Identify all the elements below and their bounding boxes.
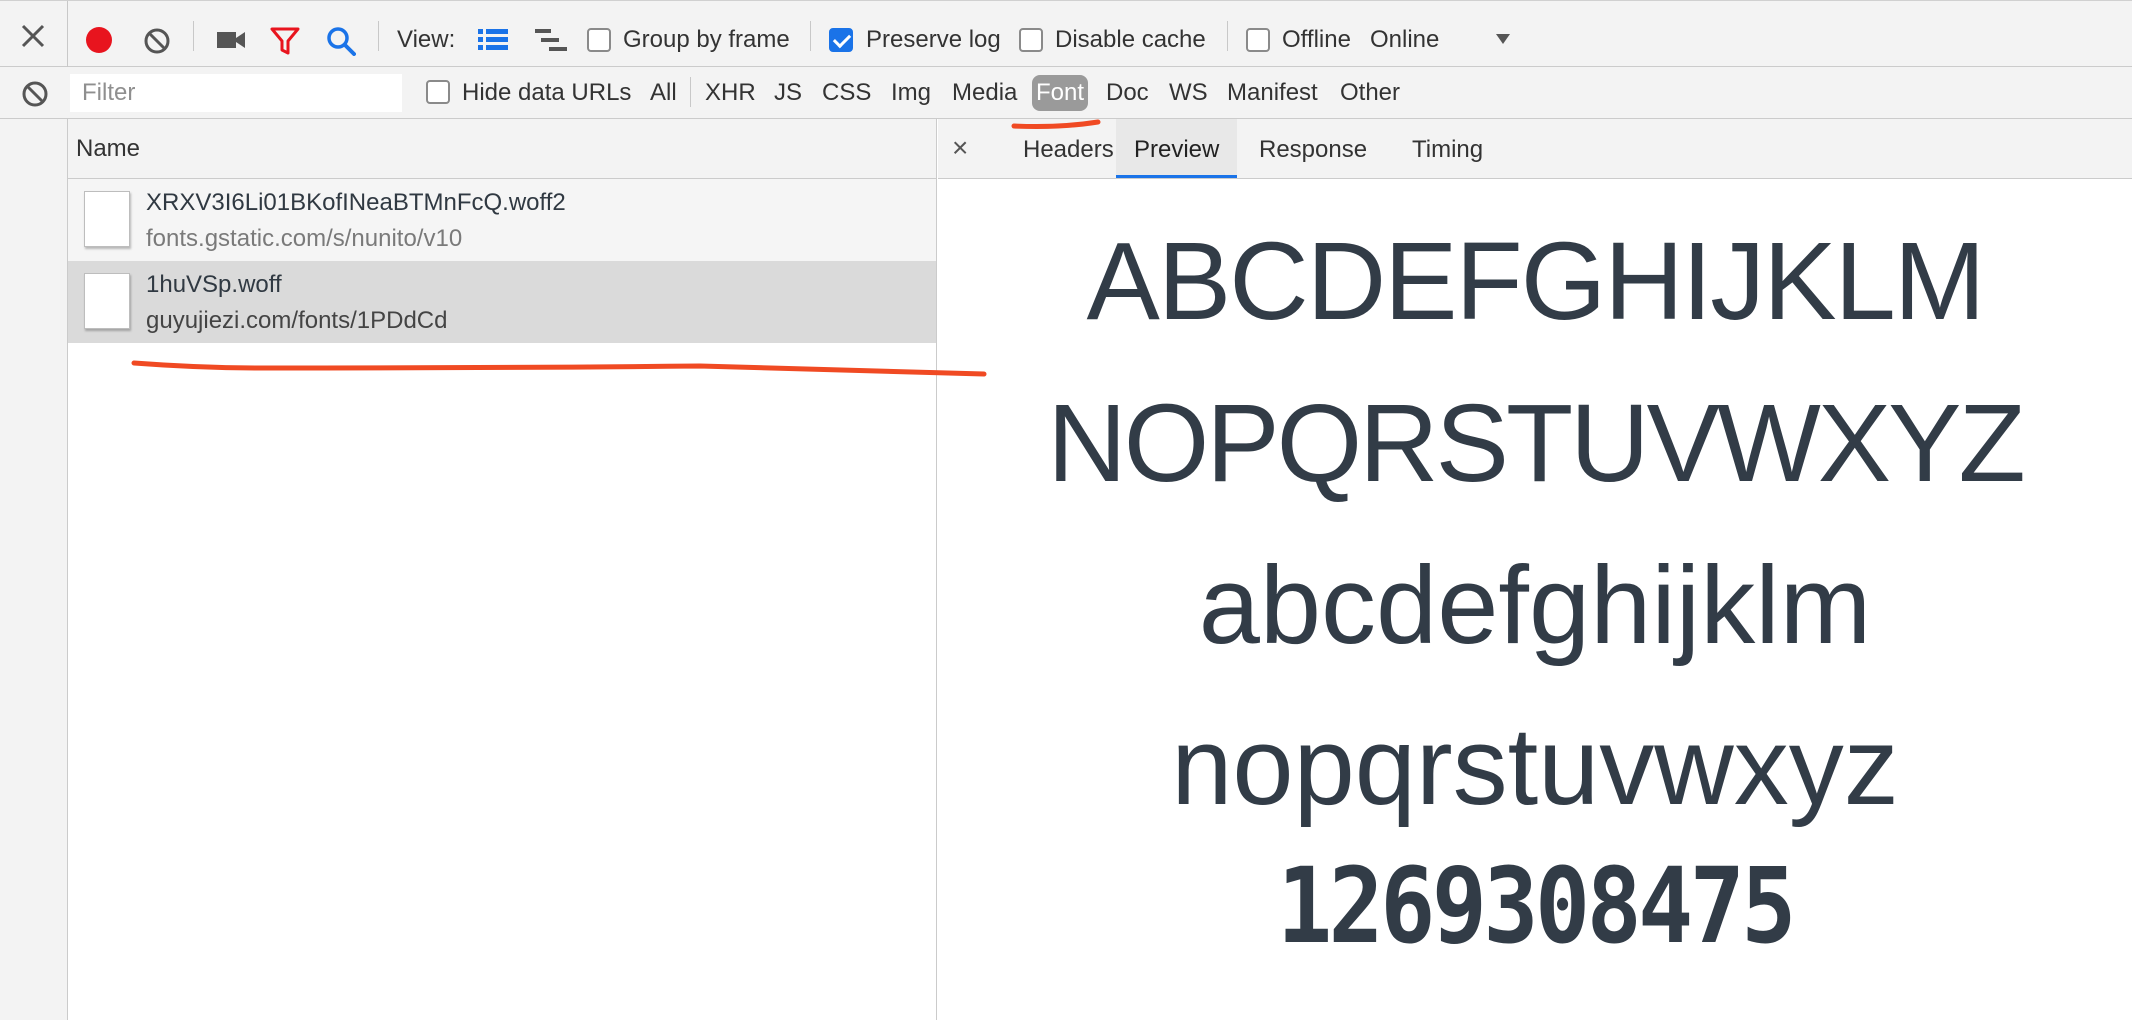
clear-icon[interactable] bbox=[141, 25, 173, 57]
type-filter-font[interactable]: Font bbox=[1032, 75, 1089, 111]
type-filter-media[interactable]: Media bbox=[948, 75, 1021, 111]
font-preview-digits: 1269308475 bbox=[1277, 845, 1796, 967]
type-filter-js[interactable]: JS bbox=[770, 75, 806, 111]
hide-data-urls-checkbox[interactable] bbox=[426, 80, 450, 104]
offline-checkbox[interactable] bbox=[1246, 28, 1270, 52]
font-preview-uppercase-1: ABCDEFGHIJKLM bbox=[1086, 220, 1986, 343]
filter-divider bbox=[690, 77, 691, 107]
type-filter-manifest[interactable]: Manifest bbox=[1223, 75, 1322, 111]
detail-tab-bar: × Headers Preview Response Timing bbox=[938, 119, 2132, 179]
toolbar-divider bbox=[810, 21, 811, 51]
close-drawer-icon[interactable] bbox=[18, 21, 48, 51]
type-filter-all[interactable]: All bbox=[646, 75, 681, 111]
request-row[interactable]: XRXV3I6Li01BKofINeaBTMnFcQ.woff2 fonts.g… bbox=[68, 179, 936, 261]
file-icon bbox=[84, 191, 130, 247]
waterfall-overview-icon[interactable] bbox=[535, 28, 567, 52]
group-by-frame-label: Group by frame bbox=[623, 26, 790, 53]
file-icon bbox=[84, 273, 130, 329]
type-filter-xhr[interactable]: XHR bbox=[701, 75, 760, 111]
group-by-frame-checkbox[interactable] bbox=[587, 28, 611, 52]
filter-bar: Hide data URLs All XHR JS CSS Img Media … bbox=[0, 67, 2132, 119]
left-gutter bbox=[0, 119, 68, 1020]
toolbar-divider bbox=[67, 1, 68, 67]
screenshot-camera-icon[interactable] bbox=[215, 27, 247, 53]
view-label: View: bbox=[397, 26, 456, 53]
disable-cache-label: Disable cache bbox=[1055, 26, 1206, 53]
tab-preview[interactable]: Preview bbox=[1116, 119, 1238, 178]
toolbar-divider bbox=[193, 21, 194, 51]
type-filter-css[interactable]: CSS bbox=[818, 75, 875, 111]
hide-data-urls-label: Hide data URLs bbox=[462, 79, 632, 106]
request-row[interactable]: 1huVSp.woff guyujiezi.com/fonts/1PDdCd bbox=[68, 261, 936, 343]
filter-icon[interactable] bbox=[269, 25, 301, 57]
request-name: 1huVSp.woff bbox=[146, 271, 282, 298]
font-preview-uppercase-2: NOPQRSTUVWXYZ bbox=[1047, 382, 2026, 505]
large-rows-list-icon[interactable] bbox=[478, 28, 508, 52]
toolbar-divider bbox=[1227, 21, 1228, 51]
close-icon[interactable]: × bbox=[952, 134, 968, 162]
offline-label: Offline bbox=[1282, 26, 1351, 53]
type-filter-other[interactable]: Other bbox=[1336, 75, 1404, 111]
network-toolbar: View: Group by frame Preserve log Disabl… bbox=[0, 0, 2132, 67]
record-button[interactable] bbox=[82, 23, 116, 57]
request-path: fonts.gstatic.com/s/nunito/v10 bbox=[146, 225, 463, 252]
type-filter-img[interactable]: Img bbox=[887, 75, 935, 111]
request-path: guyujiezi.com/fonts/1PDdCd bbox=[146, 307, 448, 334]
filter-input[interactable] bbox=[70, 74, 402, 112]
search-icon[interactable] bbox=[325, 25, 357, 57]
tab-response[interactable]: Response bbox=[1241, 119, 1385, 178]
preserve-log-checkbox[interactable] bbox=[829, 28, 853, 52]
request-list: Name XRXV3I6Li01BKofINeaBTMnFcQ.woff2 fo… bbox=[68, 119, 937, 1020]
preserve-log-label: Preserve log bbox=[866, 26, 1001, 53]
font-preview-lowercase-1: abcdefghijklm bbox=[1198, 544, 1872, 667]
type-filter-ws[interactable]: WS bbox=[1165, 75, 1212, 111]
tab-timing[interactable]: Timing bbox=[1394, 119, 1501, 178]
tab-headers[interactable]: Headers bbox=[1005, 119, 1132, 178]
font-preview-lowercase-2: nopqrstuvwxyz bbox=[1171, 705, 1899, 828]
disable-cache-checkbox[interactable] bbox=[1019, 28, 1043, 52]
name-column-header[interactable]: Name bbox=[68, 119, 936, 179]
toolbar-divider bbox=[378, 21, 379, 51]
request-detail-panel: × Headers Preview Response Timing ABCDEF… bbox=[938, 119, 2132, 1020]
chevron-down-icon[interactable] bbox=[1494, 31, 1512, 47]
request-name: XRXV3I6Li01BKofINeaBTMnFcQ.woff2 bbox=[146, 189, 566, 216]
type-filter-doc[interactable]: Doc bbox=[1102, 75, 1153, 111]
block-requests-icon[interactable] bbox=[20, 79, 50, 109]
throttling-select[interactable]: Online bbox=[1370, 28, 1439, 52]
